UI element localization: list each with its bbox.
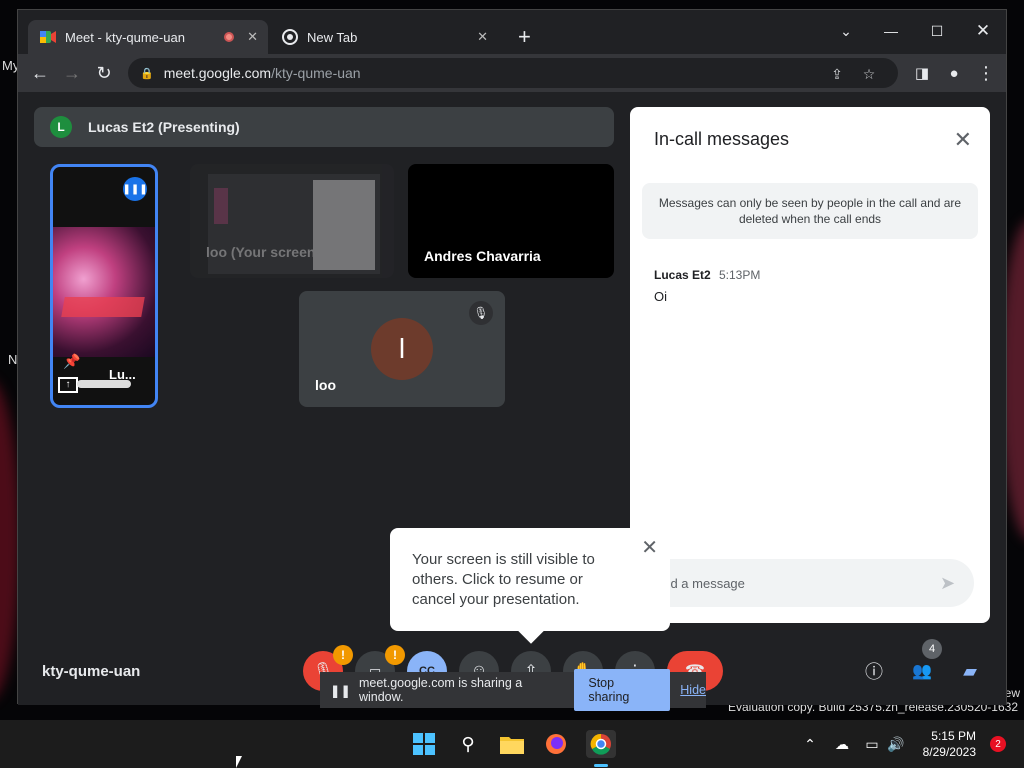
participant-name: Andres Chavarria [424, 248, 541, 264]
tab-new-tab[interactable]: New Tab ✕ [270, 20, 498, 54]
taskbar: ⚲ ⌃ ☁ ▭ 🔊 5:15 PM 8/29/2023 2 [0, 720, 1024, 768]
bookmark-star-icon[interactable]: ☆ [860, 65, 878, 83]
chevron-up-icon[interactable]: ⌃ [796, 730, 824, 758]
participant-name: loo [315, 377, 336, 393]
browser-toolbar: ← → ↻ 🔒 meet.google.com/kty-qume-uan ⇪ ☆… [18, 54, 1006, 92]
chrome-active-indicator [594, 764, 608, 767]
participant-tile-presenting[interactable]: ❚❚❚ 📌 ↑ Lu... [50, 164, 158, 408]
mouse-cursor-icon [236, 756, 242, 768]
tab-title: Meet - kty-qume-uan [65, 29, 185, 45]
minimize-icon[interactable]: — [868, 16, 914, 46]
pin-icon[interactable]: 📌 [63, 353, 80, 370]
participant-tile-loo[interactable]: l 🎙 loo [299, 291, 505, 407]
network-off-icon[interactable]: ☁ [828, 730, 856, 758]
message-text: Oi [654, 289, 667, 304]
kebab-menu-icon[interactable]: ⋮ [974, 61, 998, 85]
meeting-details-button[interactable]: ⓘ [854, 651, 894, 691]
poster-title-art [61, 297, 145, 317]
message-sender: Lucas Et2 [654, 268, 711, 282]
meeting-code: kty-qume-uan [42, 663, 141, 680]
present-screen-icon: ↑ [58, 377, 78, 393]
sharing-text: meet.google.com is sharing a window. [358, 676, 523, 704]
tab-search-chevron-icon[interactable]: ⌄ [823, 16, 869, 46]
participant-avatar: l [371, 318, 433, 380]
participant-tile-andres[interactable]: Andres Chavarria [408, 164, 614, 278]
participant-initial: l [398, 333, 406, 364]
lock-icon: 🔒 [140, 67, 154, 80]
firefox-icon[interactable] [542, 730, 570, 758]
presenter-avatar: L [50, 116, 72, 138]
close-chat-icon[interactable]: ✕ [954, 127, 972, 153]
presenting-label: Lucas Et2 (Presenting) [88, 119, 240, 135]
chat-icon: ▰ [963, 660, 977, 681]
chat-title: In-call messages [654, 129, 790, 149]
screen-preview-video [214, 188, 228, 224]
chat-panel: In-call messages ✕ Messages can only be … [630, 107, 990, 623]
search-icon[interactable]: ⚲ [454, 730, 482, 758]
message-time: 5:13PM [719, 268, 761, 282]
maximize-icon[interactable]: ☐ [914, 16, 960, 46]
volume-icon[interactable]: 🔊 [882, 730, 910, 758]
tab-strip: Meet - kty-qume-uan ✕ New Tab ✕ + ⌄ — ☐ … [18, 10, 1006, 54]
participant-tile-self-screen[interactable]: loo (Your screen) [190, 164, 394, 278]
close-popup-icon[interactable]: ✕ [641, 538, 658, 558]
screen-visible-popup: Your screen is still visible to others. … [390, 528, 670, 644]
presenting-banner[interactable]: L Lucas Et2 (Presenting) [34, 107, 614, 147]
warning-badge-icon: ! [333, 645, 353, 665]
tab-close-icon[interactable]: ✕ [477, 29, 488, 45]
clock[interactable]: 5:15 PM 8/29/2023 [923, 728, 976, 760]
stop-sharing-button[interactable]: Stop sharing [574, 669, 671, 711]
tab-title: New Tab [307, 29, 358, 45]
participant-name: loo (Your screen) [206, 244, 321, 260]
recording-indicator-icon [224, 32, 234, 42]
reload-icon[interactable]: ↻ [92, 61, 116, 85]
audio-indicator-icon: ❚❚❚ [122, 177, 148, 201]
people-button[interactable]: 👥 4 [902, 639, 942, 691]
file-explorer-icon[interactable] [498, 730, 526, 758]
pause-icon[interactable]: ❚❚ [330, 683, 351, 698]
chat-message-input[interactable]: end a message [642, 559, 974, 607]
tab-close-icon[interactable]: ✕ [247, 29, 258, 45]
sharing-indicator-bar: ❚❚ meet.google.com is sharing a window. … [320, 669, 706, 711]
participant-name: Lu... [109, 367, 136, 382]
warning-badge-icon: ! [385, 645, 405, 665]
chat-button[interactable]: ▰ [950, 651, 990, 691]
chrome-favicon-icon [282, 29, 298, 45]
participant-count-badge: 4 [922, 639, 942, 659]
muted-mic-icon: 🎙 [469, 301, 493, 325]
url-host: meet.google.com [163, 65, 272, 81]
people-icon: 👥 [912, 663, 932, 680]
chat-notice: Messages can only be seen by people in t… [642, 183, 978, 239]
url-path: /kty-qume-uan [271, 65, 361, 81]
send-icon[interactable]: ➤ [940, 573, 974, 594]
side-panel-icon[interactable]: ◨ [910, 61, 934, 85]
back-arrow-icon[interactable]: ← [28, 61, 52, 85]
desktop-icon-label[interactable]: N [8, 352, 17, 367]
share-icon[interactable]: ⇪ [828, 65, 846, 83]
screen-preview-window [313, 180, 375, 270]
hide-link[interactable]: Hide [680, 683, 706, 697]
address-bar[interactable]: 🔒 meet.google.com/kty-qume-uan ⇪ ☆ [128, 58, 898, 88]
popup-text: Your screen is still visible to others. … [412, 551, 595, 608]
notification-badge[interactable]: 2 [990, 736, 1006, 752]
forward-arrow-icon[interactable]: → [60, 61, 84, 85]
tab-meet[interactable]: Meet - kty-qume-uan ✕ [28, 20, 268, 54]
clock-date: 8/29/2023 [922, 745, 976, 759]
profile-icon[interactable]: ● [942, 61, 966, 85]
new-tab-plus-icon[interactable]: + [518, 26, 531, 48]
info-icon: ⓘ [865, 662, 883, 682]
meet-favicon-icon [40, 29, 56, 45]
spiderman-poster-image [53, 227, 155, 357]
windows-start-icon[interactable] [410, 730, 438, 758]
close-window-icon[interactable]: ✕ [960, 16, 1006, 46]
chrome-icon[interactable] [586, 730, 616, 758]
clock-time: 5:15 PM [931, 729, 976, 743]
